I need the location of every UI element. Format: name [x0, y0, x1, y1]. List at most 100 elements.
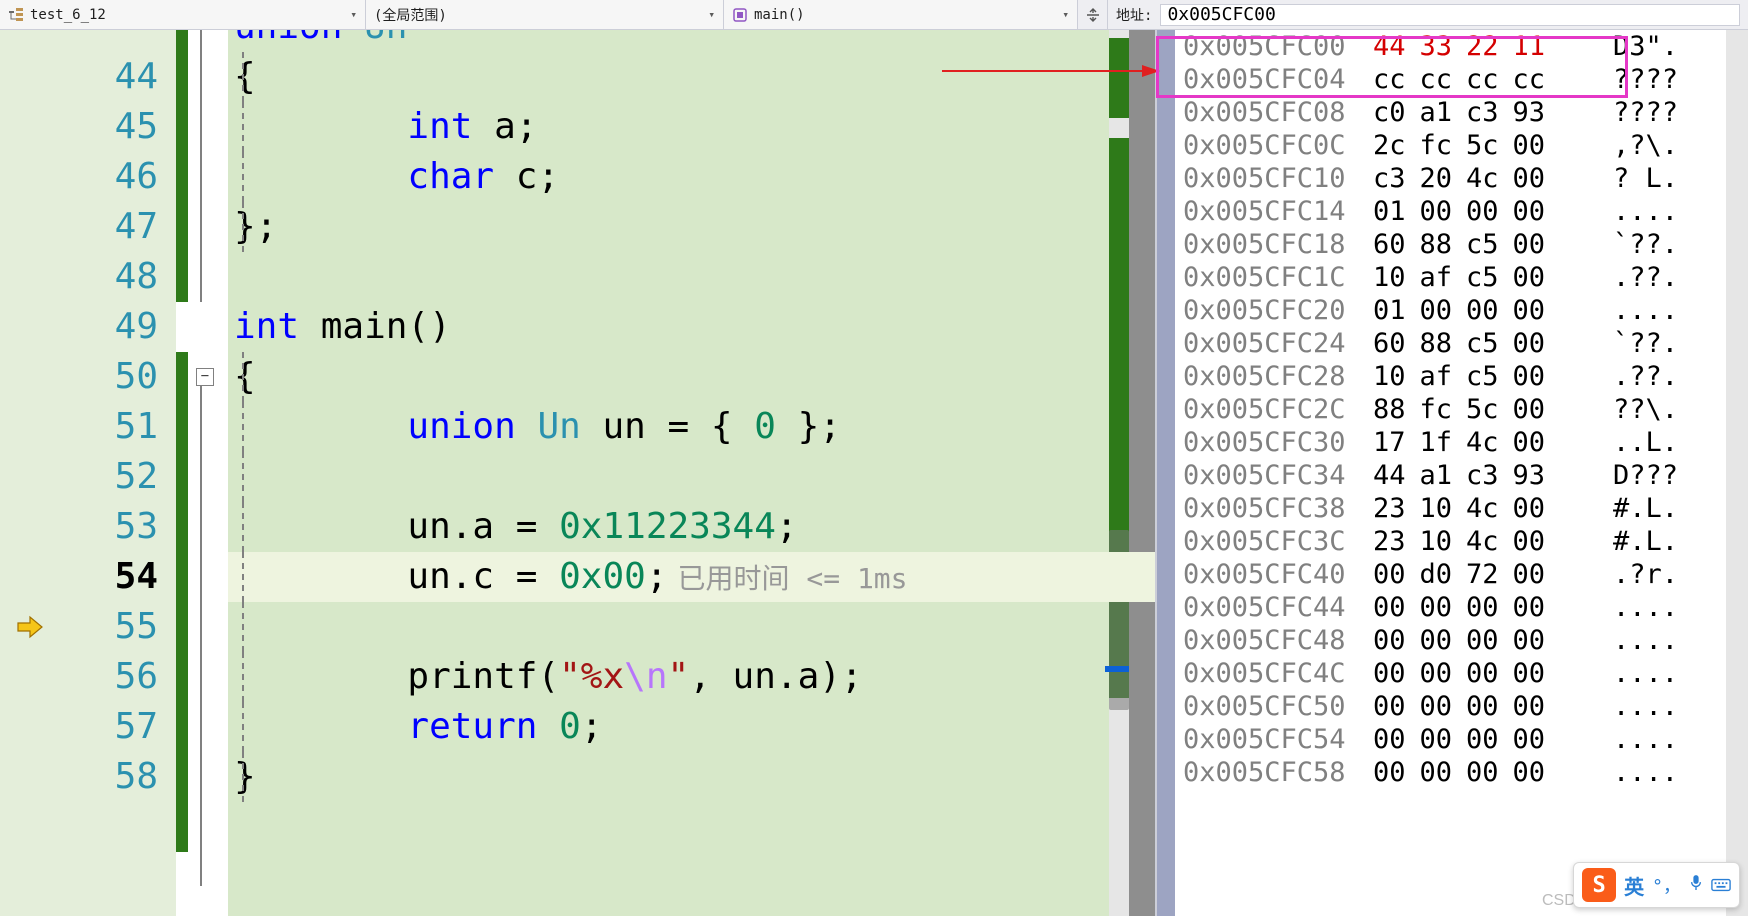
- memory-bytes: 2cfc5c00: [1373, 129, 1613, 162]
- code-line[interactable]: int main(): [228, 302, 1155, 352]
- memory-address: 0x005CFC04: [1183, 63, 1373, 96]
- line-number: 49: [58, 302, 158, 352]
- memory-window: 0x005CFC0044332211D3".0x005CFC04cccccccc…: [1156, 30, 1748, 916]
- memory-row[interactable]: 0x005CFC3C23104c00#.L.: [1157, 525, 1748, 558]
- ime-punct-label[interactable]: °，: [1652, 872, 1681, 898]
- memory-row[interactable]: 0x005CFC3444a1c393D???: [1157, 459, 1748, 492]
- line-number: 52: [58, 452, 158, 502]
- indicator-margin: [0, 30, 58, 916]
- scope-dropdown[interactable]: (全局范围) ▾: [366, 0, 724, 29]
- memory-bytes: 00000000: [1373, 690, 1613, 723]
- code-editor[interactable]: 444546474849505152535455565758 − union U…: [0, 30, 1156, 916]
- line-number: 57: [58, 702, 158, 752]
- memory-ascii: ..L.: [1613, 426, 1723, 459]
- memory-bytes: c3204c00: [1373, 162, 1613, 195]
- file-nav-dropdown[interactable]: test_6_12 ▾: [0, 0, 366, 29]
- address-label: 地址:: [1116, 5, 1152, 25]
- code-line[interactable]: return 0;: [228, 702, 1155, 752]
- code-line[interactable]: }: [228, 752, 1155, 802]
- memory-row[interactable]: 0x005CFC04cccccccc????: [1157, 63, 1748, 96]
- memory-row[interactable]: 0x005CFC5400000000....: [1157, 723, 1748, 756]
- memory-ascii: ????: [1613, 63, 1723, 96]
- fold-toggle[interactable]: −: [196, 368, 214, 386]
- memory-address: 0x005CFC20: [1183, 294, 1373, 327]
- code-outline: −: [188, 30, 228, 916]
- memory-row[interactable]: 0x005CFC186088c500`??.: [1157, 228, 1748, 261]
- code-line[interactable]: };: [228, 202, 1155, 252]
- memory-bytes: 10afc500: [1373, 360, 1613, 393]
- memory-row[interactable]: 0x005CFC5000000000....: [1157, 690, 1748, 723]
- file-nav-label: test_6_12: [30, 7, 344, 23]
- perf-hint-label: 已用时间 <= 1ms: [668, 562, 908, 595]
- memory-address: 0x005CFC50: [1183, 690, 1373, 723]
- code-line[interactable]: [228, 602, 1155, 652]
- memory-row[interactable]: 0x005CFC4000d07200.?r.: [1157, 558, 1748, 591]
- memory-row[interactable]: 0x005CFC4400000000....: [1157, 591, 1748, 624]
- memory-ascii: ,?\.: [1613, 129, 1723, 162]
- code-line[interactable]: un.c = 0x00;已用时间 <= 1ms: [228, 552, 1155, 602]
- memory-bytes: 44332211: [1373, 30, 1613, 63]
- address-input[interactable]: [1160, 4, 1740, 26]
- function-dropdown[interactable]: main() ▾: [724, 0, 1078, 29]
- memory-ascii: `??.: [1613, 327, 1723, 360]
- memory-address: 0x005CFC38: [1183, 492, 1373, 525]
- code-line[interactable]: un.a = 0x11223344;: [228, 502, 1155, 552]
- memory-bytes: 44a1c393: [1373, 459, 1613, 492]
- code-line[interactable]: [228, 252, 1155, 302]
- code-line[interactable]: int a;: [228, 102, 1155, 152]
- memory-row[interactable]: 0x005CFC10c3204c00? L.: [1157, 162, 1748, 195]
- memory-ascii: .??.: [1613, 261, 1723, 294]
- code-line[interactable]: {: [228, 352, 1155, 402]
- memory-row[interactable]: 0x005CFC0C2cfc5c00,?\.: [1157, 129, 1748, 162]
- context-toolbar: test_6_12 ▾ (全局范围) ▾ main() ▾ 地址:: [0, 0, 1748, 30]
- line-number: 56: [58, 652, 158, 702]
- memory-row[interactable]: 0x005CFC0044332211D3".: [1157, 30, 1748, 63]
- memory-ascii: .?r.: [1613, 558, 1723, 591]
- memory-ascii: #.L.: [1613, 492, 1723, 525]
- memory-bytes: 00000000: [1373, 756, 1613, 789]
- memory-address: 0x005CFC28: [1183, 360, 1373, 393]
- code-line[interactable]: {: [228, 52, 1155, 102]
- memory-ascii: ....: [1613, 723, 1723, 756]
- memory-row[interactable]: 0x005CFC4800000000....: [1157, 624, 1748, 657]
- memory-row[interactable]: 0x005CFC30171f4c00..L.: [1157, 426, 1748, 459]
- code-line[interactable]: char c;: [228, 152, 1155, 202]
- memory-row[interactable]: 0x005CFC5800000000....: [1157, 756, 1748, 789]
- memory-row[interactable]: 0x005CFC2001000000....: [1157, 294, 1748, 327]
- change-tracking-bar: [176, 30, 188, 916]
- memory-address: 0x005CFC30: [1183, 426, 1373, 459]
- code-line[interactable]: [228, 452, 1155, 502]
- keyboard-icon[interactable]: [1711, 873, 1731, 897]
- code-line[interactable]: union Un un = { 0 };: [228, 402, 1155, 452]
- memory-row[interactable]: 0x005CFC4C00000000....: [1157, 657, 1748, 690]
- memory-ascii: ....: [1613, 624, 1723, 657]
- memory-address: 0x005CFC58: [1183, 756, 1373, 789]
- memory-bytes: cccccccc: [1373, 63, 1613, 96]
- line-number-gutter: 444546474849505152535455565758: [58, 30, 176, 916]
- memory-row[interactable]: 0x005CFC1401000000....: [1157, 195, 1748, 228]
- panel-split-button[interactable]: [1078, 0, 1108, 29]
- memory-row[interactable]: 0x005CFC2C88fc5c00??\.: [1157, 393, 1748, 426]
- mic-icon[interactable]: [1689, 873, 1703, 897]
- memory-ascii: D3".: [1613, 30, 1723, 63]
- memory-row[interactable]: 0x005CFC246088c500`??.: [1157, 327, 1748, 360]
- memory-ascii: #.L.: [1613, 525, 1723, 558]
- ime-language-label[interactable]: 英: [1624, 871, 1644, 900]
- memory-bytes: 171f4c00: [1373, 426, 1613, 459]
- code-content[interactable]: union Un { int a; char c;};int main(){ u…: [228, 30, 1155, 916]
- memory-address: 0x005CFC4C: [1183, 657, 1373, 690]
- line-number: 58: [58, 752, 158, 802]
- memory-scrollbar[interactable]: [1726, 30, 1748, 916]
- memory-row[interactable]: 0x005CFC08c0a1c393????: [1157, 96, 1748, 129]
- line-number: 48: [58, 252, 158, 302]
- memory-row[interactable]: 0x005CFC2810afc500.??.: [1157, 360, 1748, 393]
- memory-address: 0x005CFC1C: [1183, 261, 1373, 294]
- code-line[interactable]: printf("%x\n", un.a);: [228, 652, 1155, 702]
- memory-row[interactable]: 0x005CFC3823104c00#.L.: [1157, 492, 1748, 525]
- ime-toolbar[interactable]: S 英 °，: [1573, 862, 1740, 908]
- memory-row[interactable]: 0x005CFC1C10afc500.??.: [1157, 261, 1748, 294]
- memory-bytes: 00000000: [1373, 657, 1613, 690]
- line-number: 46: [58, 152, 158, 202]
- line-number: 47: [58, 202, 158, 252]
- memory-bytes: 23104c00: [1373, 492, 1613, 525]
